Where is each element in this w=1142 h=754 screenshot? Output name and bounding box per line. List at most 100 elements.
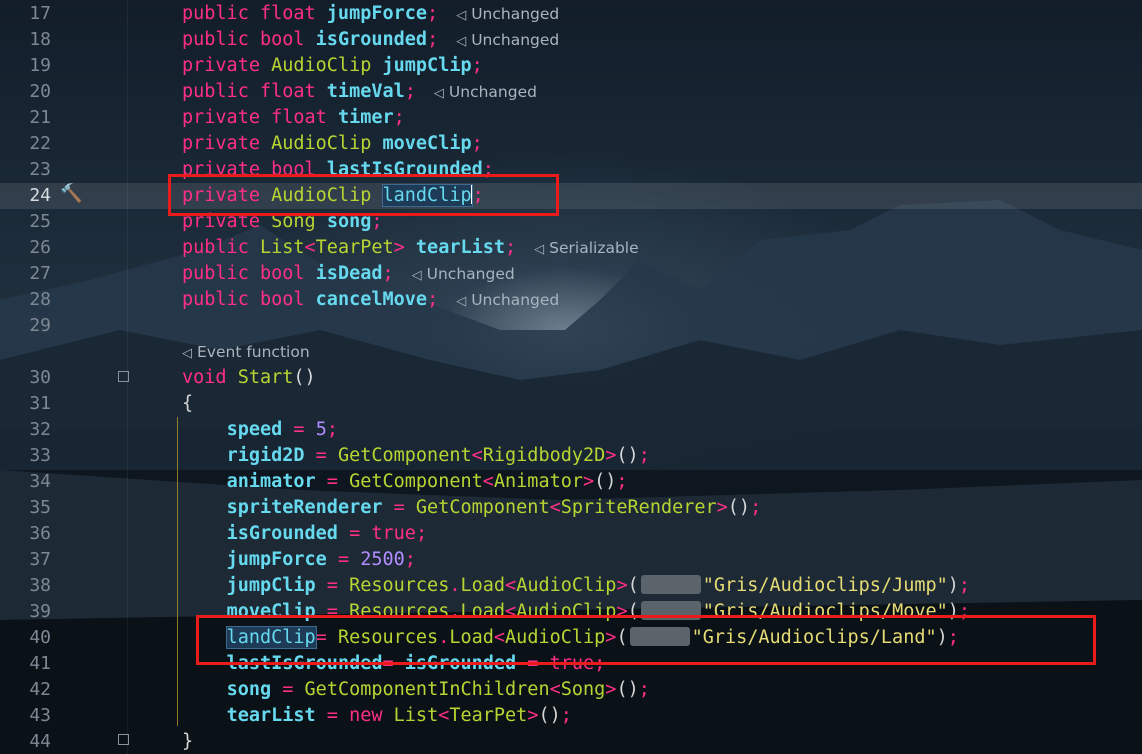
code-token: = — [337, 523, 372, 544]
code-token: speed — [226, 419, 283, 440]
code-text[interactable]: public bool isDead; ◁ Unchanged — [182, 261, 515, 289]
code-token: TearPet — [449, 705, 528, 726]
code-text[interactable]: jumpClip = Resources.Load<AudioClip>("Gr… — [182, 573, 970, 599]
line-number: 27 — [29, 263, 51, 284]
code-line-27[interactable]: 27 public bool isDead; ◁ Unchanged — [0, 261, 1142, 287]
code-token: ; — [404, 81, 416, 102]
code-text[interactable]: public float jumpForce; ◁ Unchanged — [182, 1, 559, 29]
line-number: 38 — [29, 575, 51, 596]
unity-inspector-hint[interactable]: ◁ Unchanged — [456, 31, 559, 49]
code-text[interactable]: public bool cancelMove; ◁ Unchanged — [182, 287, 559, 315]
code-text[interactable]: tearList = new List<TearPet>(); — [182, 703, 572, 729]
code-line-37[interactable]: 37 jumpForce = 2500; — [0, 547, 1142, 573]
unity-inspector-hint[interactable]: ◁ Unchanged — [434, 83, 537, 101]
code-text[interactable]: private AudioClip jumpClip; — [182, 53, 483, 79]
code-line-19[interactable]: 19 private AudioClip jumpClip; — [0, 53, 1142, 79]
code-token: } — [182, 731, 194, 752]
code-editor[interactable]: 🔨 ◁ Event function 17 public float jumpFor… — [0, 0, 1142, 754]
line-number: 34 — [29, 471, 51, 492]
unity-inspector-hint[interactable]: ◁ Unchanged — [412, 265, 515, 283]
code-text[interactable]: song = GetComponentInChildren<Song>(); — [182, 677, 650, 703]
code-token: spriteRenderer — [226, 497, 383, 518]
code-text[interactable]: rigid2D = GetComponent<Rigidbody2D>(); — [182, 443, 650, 469]
code-line-38[interactable]: 38 jumpClip = Resources.Load<AudioClip>(… — [0, 573, 1142, 599]
code-text[interactable]: private float timer; — [182, 105, 405, 131]
code-line-44[interactable]: 44} — [0, 729, 1142, 754]
code-line-35[interactable]: 35 spriteRenderer = GetComponent<SpriteR… — [0, 495, 1142, 521]
code-token: > — [605, 679, 617, 700]
code-text[interactable]: private AudioClip moveClip; — [182, 131, 483, 157]
code-token: AudioClip — [271, 133, 383, 154]
code-text[interactable]: public float timeVal; ◁ Unchanged — [182, 79, 537, 107]
code-text[interactable]: animator = GetComponent<Animator>(); — [182, 469, 628, 495]
code-token: > — [605, 445, 617, 466]
code-token: tearList — [226, 705, 316, 726]
code-token: float — [271, 107, 338, 128]
code-line-22[interactable]: 22 private AudioClip moveClip; — [0, 131, 1142, 157]
code-line-17[interactable]: 17 public float jumpForce; ◁ Unchanged — [0, 1, 1142, 27]
code-token: { — [182, 393, 194, 414]
code-token: public — [182, 3, 260, 24]
code-line-33[interactable]: 33 rigid2D = GetComponent<Rigidbody2D>()… — [0, 443, 1142, 469]
code-token: > — [393, 237, 416, 258]
unity-icon: ◁ — [534, 242, 545, 257]
unity-icon: ◁ — [433, 86, 444, 101]
hint-label: Unchanged — [471, 5, 560, 23]
code-text[interactable]: speed = 5; — [182, 417, 338, 443]
code-line-36[interactable]: 36 isGrounded = true; — [0, 521, 1142, 547]
line-number: 33 — [29, 445, 51, 466]
code-line-30[interactable]: 30 void Start() — [0, 365, 1142, 391]
code-token: ; — [427, 289, 439, 310]
code-token: jumpClip — [226, 575, 316, 596]
code-line-34[interactable]: 34 animator = GetComponent<Animator>(); — [0, 469, 1142, 495]
line-number: 25 — [29, 211, 51, 232]
code-token: < — [505, 575, 517, 596]
line-number: 19 — [29, 55, 51, 76]
code-token: SpriteRenderer — [560, 497, 717, 518]
code-line-26[interactable]: 26 public List<TearPet> tearList; ◁ Seriali… — [0, 235, 1142, 261]
unity-icon: ◁ — [456, 294, 467, 309]
code-token: cancelMove — [315, 289, 428, 310]
code-token: isGrounded — [315, 29, 428, 50]
code-token: private — [182, 55, 272, 76]
unity-inspector-hint[interactable]: ◁ Unchanged — [456, 5, 559, 23]
code-text[interactable]: spriteRenderer = GetComponent<SpriteRend… — [182, 495, 762, 521]
unity-icon: ◁ — [411, 268, 422, 283]
code-text[interactable]: void Start() — [182, 365, 316, 391]
code-token: Load — [460, 575, 506, 596]
code-text[interactable]: public bool isGrounded; ◁ Unchanged — [182, 27, 559, 55]
code-token: < — [304, 237, 316, 258]
code-token: ; — [427, 3, 439, 24]
line-number: 21 — [29, 107, 51, 128]
code-token: () — [616, 445, 639, 466]
line-number: 22 — [29, 133, 51, 154]
code-line-43[interactable]: 43 tearList = new List<TearPet>(); — [0, 703, 1142, 729]
code-line-42[interactable]: 42 song = GetComponentInChildren<Song>()… — [0, 677, 1142, 703]
code-line-28[interactable]: 28 public bool cancelMove; ◁ Unchanged — [0, 287, 1142, 313]
line-number: 43 — [29, 705, 51, 726]
unity-inspector-hint[interactable]: ◁ Unchanged — [456, 291, 559, 309]
line-number: 44 — [29, 731, 51, 752]
code-text[interactable]: jumpForce = 2500; — [182, 547, 416, 573]
code-line-20[interactable]: 20 public float timeVal; ◁ Unchanged — [0, 79, 1142, 105]
code-text[interactable]: isGrounded = true; — [182, 521, 428, 547]
code-line-18[interactable]: 18 public bool isGrounded; ◁ Unchanged — [0, 27, 1142, 53]
code-text[interactable]: { — [182, 391, 193, 417]
code-line-29[interactable]: 29 — [0, 313, 1142, 339]
code-token: jumpForce — [326, 3, 428, 24]
code-text[interactable]: } — [182, 729, 193, 754]
code-line-32[interactable]: 32 speed = 5; — [0, 417, 1142, 443]
code-line-21[interactable]: 21 private float timer; — [0, 105, 1142, 131]
code-token: ( — [627, 575, 639, 596]
code-line-31[interactable]: 31 { — [0, 391, 1142, 417]
code-text[interactable]: public List<TearPet> tearList; ◁ Serializa… — [182, 235, 639, 263]
code-token: tearList — [415, 237, 506, 258]
code-token: Resources — [349, 575, 450, 596]
hint-label: Unchanged — [471, 291, 560, 309]
event-function-hint[interactable]: ◁ Event function — [182, 339, 310, 367]
code-token: ; — [750, 497, 762, 518]
code-token: ; — [382, 263, 394, 284]
code-token: > — [716, 497, 728, 518]
unity-inspector-hint[interactable]: ◁ Serializable — [534, 239, 638, 257]
